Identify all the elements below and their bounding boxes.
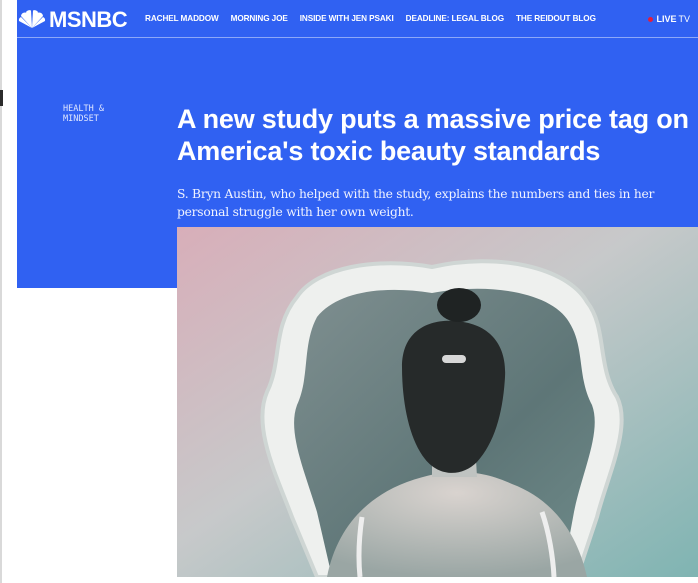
msnbc-logo-link[interactable]: MSNBC bbox=[17, 7, 128, 32]
article-dek: S. Bryn Austin, who helped with the stud… bbox=[177, 187, 655, 219]
section-label-line1: HEALTH & bbox=[63, 104, 104, 114]
nav-item-deadline-legal-blog[interactable]: DEADLINE: LEGAL BLOG bbox=[406, 13, 504, 25]
article-hero-image bbox=[177, 227, 698, 577]
nav-item-morning-joe[interactable]: MORNING JOE bbox=[231, 13, 288, 25]
section-label-line2: MINDSET bbox=[63, 114, 99, 124]
side-tab-marker bbox=[0, 90, 3, 106]
live-label: LIVE bbox=[656, 14, 677, 24]
peacock-icon bbox=[18, 10, 46, 29]
article-headline: A new study puts a massive price tag on … bbox=[177, 104, 689, 166]
hero-image-illustration bbox=[177, 227, 698, 577]
nav-item-rachel-maddow[interactable]: RACHEL MADDOW bbox=[145, 13, 219, 25]
primary-nav: RACHEL MADDOW MORNING JOE INSIDE WITH JE… bbox=[145, 13, 608, 25]
nav-item-reidout-blog[interactable]: THE REIDOUT BLOG bbox=[516, 13, 596, 25]
page-left-border bbox=[0, 0, 2, 583]
live-tv-link[interactable]: LIVE TV bbox=[648, 13, 690, 25]
nav-item-inside-with-jen-psaki[interactable]: INSIDE WITH JEN PSAKI bbox=[300, 13, 394, 25]
section-label[interactable]: HEALTH & MINDSET bbox=[63, 104, 133, 124]
live-tv-suffix: TV bbox=[678, 14, 690, 24]
live-dot-icon bbox=[648, 16, 654, 22]
brand-name: MSNBC bbox=[49, 7, 128, 32]
